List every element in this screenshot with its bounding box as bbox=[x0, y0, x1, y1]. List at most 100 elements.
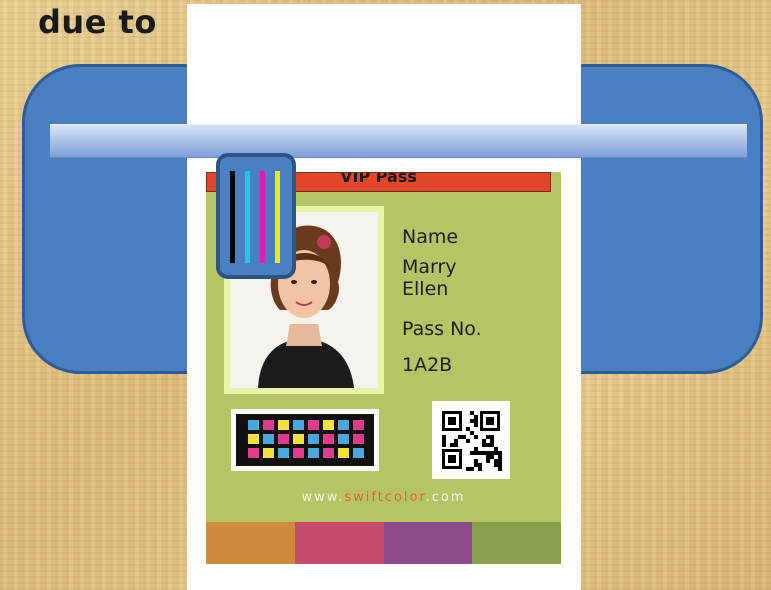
qr-module bbox=[474, 419, 478, 423]
color-swatch bbox=[263, 420, 274, 430]
qr-code-pattern bbox=[442, 411, 502, 471]
qr-module bbox=[462, 435, 466, 439]
color-swatch bbox=[323, 420, 334, 430]
qr-module bbox=[474, 435, 478, 439]
color-swatch bbox=[293, 420, 304, 430]
stripe-green bbox=[472, 522, 561, 564]
name-first: Marry bbox=[402, 256, 457, 278]
qr-module bbox=[466, 467, 470, 471]
qr-module bbox=[482, 443, 486, 447]
color-swatch bbox=[278, 420, 289, 430]
qr-module bbox=[498, 463, 502, 467]
qr-module bbox=[478, 467, 482, 471]
color-swatch bbox=[263, 448, 274, 458]
qr-module bbox=[494, 451, 498, 455]
qr-module bbox=[498, 451, 502, 455]
qr-module bbox=[490, 455, 494, 459]
qr-module bbox=[490, 443, 494, 447]
color-swatch bbox=[323, 434, 334, 444]
stripe-orange bbox=[206, 522, 295, 564]
qr-module bbox=[458, 435, 462, 439]
qr-module bbox=[486, 455, 490, 459]
website-brand: swiftcolor bbox=[344, 490, 426, 505]
website-prefix: www. bbox=[301, 490, 345, 505]
qr-module bbox=[482, 451, 486, 455]
color-swatch bbox=[248, 448, 259, 458]
qr-module bbox=[486, 451, 490, 455]
color-swatch bbox=[248, 434, 259, 444]
qr-finder-core bbox=[486, 417, 494, 425]
qr-module bbox=[466, 427, 470, 431]
color-swatch bbox=[248, 420, 259, 430]
color-swatch bbox=[293, 434, 304, 444]
color-stripes bbox=[206, 522, 561, 564]
name-last: Ellen bbox=[402, 278, 449, 300]
qr-module bbox=[470, 411, 474, 415]
qr-module bbox=[498, 455, 502, 459]
website-suffix: .com bbox=[425, 490, 466, 505]
name-label: Name bbox=[402, 226, 459, 248]
qr-module bbox=[482, 439, 486, 443]
print-bar bbox=[50, 124, 747, 158]
qr-module bbox=[470, 451, 474, 455]
qr-module bbox=[490, 451, 494, 455]
ink-yellow bbox=[275, 171, 280, 263]
qr-module bbox=[486, 443, 490, 447]
qr-finder-core bbox=[448, 455, 456, 463]
qr-module bbox=[494, 447, 498, 451]
qr-module bbox=[474, 459, 478, 463]
pass-number-label: Pass No. bbox=[402, 318, 482, 340]
color-swatch bbox=[323, 448, 334, 458]
qr-code-icon bbox=[432, 401, 510, 479]
stripe-purple bbox=[383, 522, 473, 564]
qr-module bbox=[442, 435, 446, 439]
headline: due to bbox=[38, 3, 157, 41]
color-swatch bbox=[308, 434, 319, 444]
color-swatch bbox=[278, 434, 289, 444]
ink-cartridge-icon bbox=[216, 153, 296, 279]
pass-number-value: 1A2B bbox=[402, 354, 453, 376]
qr-module bbox=[454, 443, 458, 447]
ink-cyan bbox=[245, 171, 250, 263]
color-swatch bbox=[338, 434, 349, 444]
qr-finder-core bbox=[448, 417, 456, 425]
qr-module bbox=[470, 419, 474, 423]
qr-module bbox=[474, 447, 478, 451]
website-url: www.swiftcolor.com bbox=[206, 490, 561, 505]
qr-module bbox=[498, 459, 502, 463]
qr-module bbox=[474, 451, 478, 455]
color-swatch bbox=[278, 448, 289, 458]
qr-module bbox=[450, 443, 454, 447]
qr-module bbox=[494, 463, 498, 467]
color-chart-grid bbox=[248, 420, 364, 458]
stripe-pink bbox=[294, 522, 384, 564]
qr-module bbox=[490, 439, 494, 443]
color-swatch bbox=[353, 420, 364, 430]
qr-module bbox=[470, 467, 474, 471]
qr-module bbox=[498, 467, 502, 471]
color-swatch bbox=[353, 448, 364, 458]
color-swatch bbox=[353, 434, 364, 444]
color-swatch bbox=[308, 448, 319, 458]
qr-module bbox=[474, 423, 478, 427]
qr-module bbox=[474, 463, 478, 467]
ink-magenta bbox=[260, 171, 265, 263]
qr-module bbox=[494, 459, 498, 463]
color-swatch bbox=[338, 420, 349, 430]
qr-module bbox=[478, 463, 482, 467]
qr-module bbox=[442, 439, 446, 443]
qr-module bbox=[442, 443, 446, 447]
color-swatch bbox=[263, 434, 274, 444]
qr-module bbox=[454, 439, 458, 443]
qr-module bbox=[486, 459, 490, 463]
qr-module bbox=[490, 435, 494, 439]
qr-module bbox=[466, 439, 470, 443]
qr-module bbox=[486, 435, 490, 439]
color-swatch bbox=[293, 448, 304, 458]
qr-module bbox=[478, 451, 482, 455]
color-chart-icon bbox=[231, 409, 379, 471]
color-swatch bbox=[338, 448, 349, 458]
color-swatch bbox=[308, 420, 319, 430]
qr-module bbox=[470, 431, 474, 435]
ink-black bbox=[230, 171, 235, 263]
